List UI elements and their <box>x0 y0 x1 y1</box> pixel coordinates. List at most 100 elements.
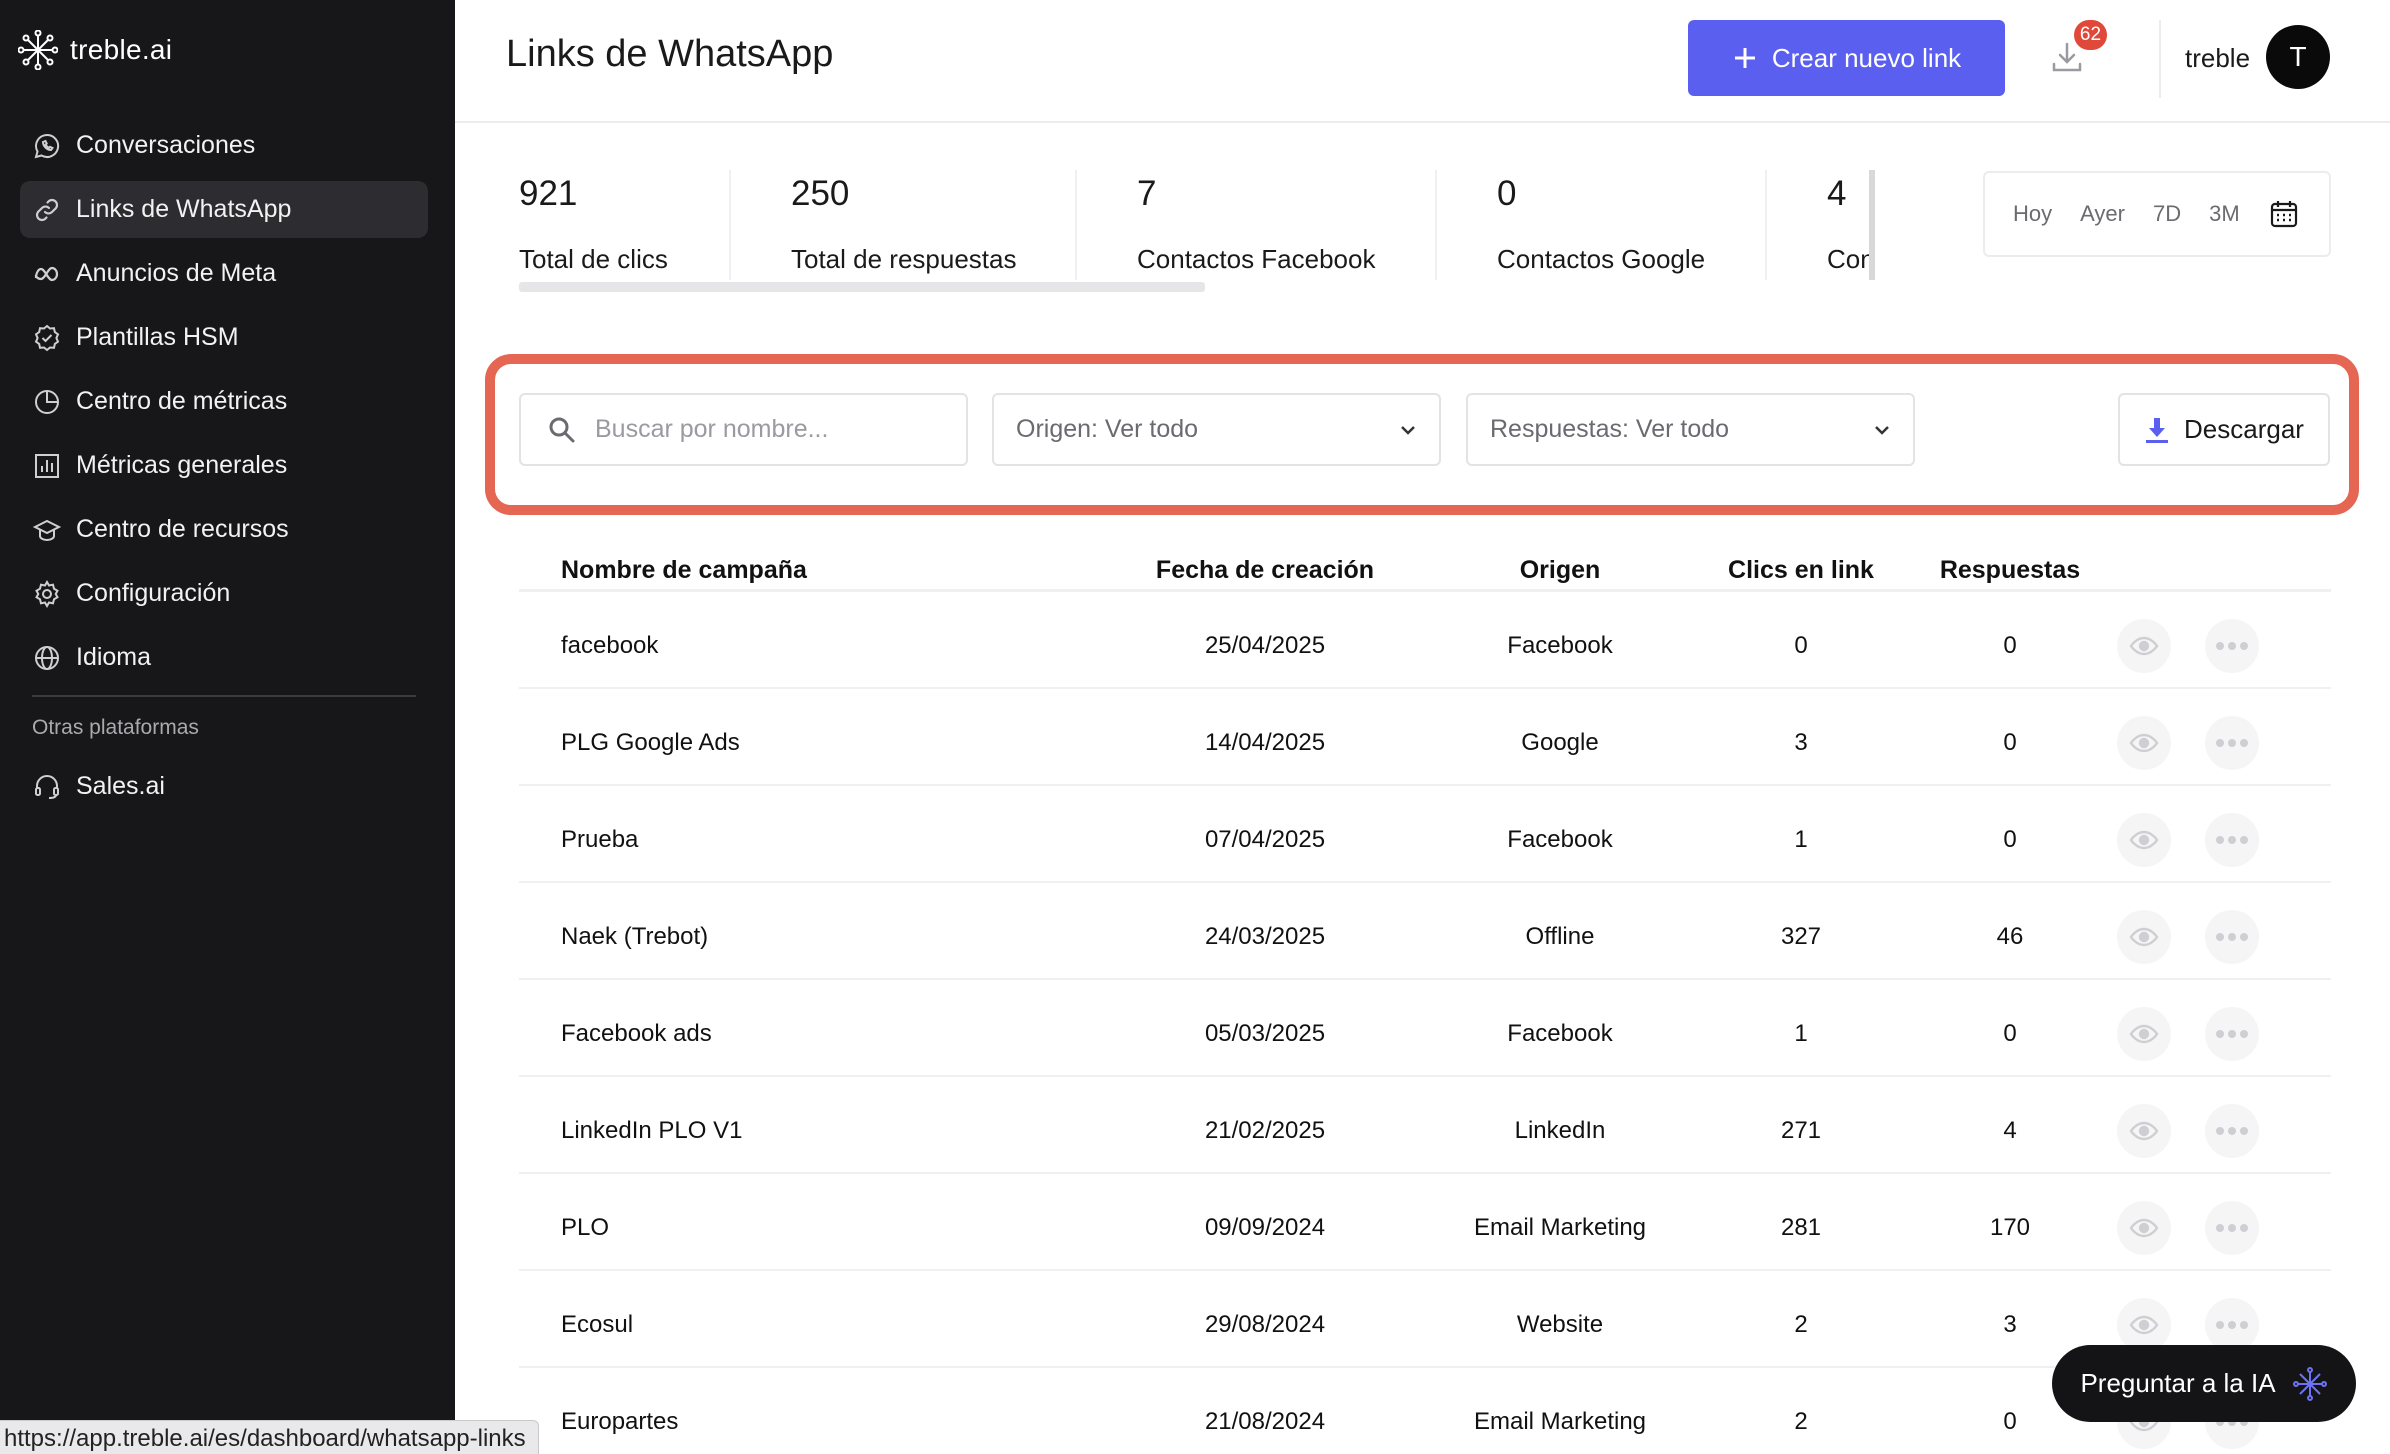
sidebar-item-conversaciones[interactable]: Conversaciones <box>20 117 428 174</box>
stat-label: Con <box>1827 244 1875 274</box>
sidebar-item-centro-recursos[interactable]: Centro de recursos <box>20 501 428 558</box>
more-options-button[interactable] <box>2205 1201 2259 1255</box>
sidebar-item-links-whatsapp[interactable]: Links de WhatsApp <box>20 181 428 238</box>
sidebar-item-anuncios-meta[interactable]: Anuncios de Meta <box>20 245 428 302</box>
cell-clicks: 281 <box>1780 1214 1822 1241</box>
campaigns-table: Nombre de campaña Fecha de creación Orig… <box>519 520 2331 1454</box>
cell-creation-date: 24/03/2025 <box>1204 923 1326 950</box>
sidebar-item-plantillas-hsm[interactable]: Plantillas HSM <box>20 309 428 366</box>
cell-campaign-name: Facebook ads <box>561 1020 712 1047</box>
download-button[interactable]: Descargar <box>2118 393 2330 466</box>
cell-responses: 0 <box>2003 1020 2017 1047</box>
cell-responses: 0 <box>2003 826 2017 853</box>
more-options-button[interactable] <box>2205 1104 2259 1158</box>
view-link-button[interactable] <box>2117 716 2171 770</box>
app-logo[interactable]: treble.ai <box>18 30 172 70</box>
stat-separator <box>1435 170 1437 280</box>
cell-creation-date: 09/09/2024 <box>1204 1214 1326 1241</box>
more-options-button[interactable] <box>2205 910 2259 964</box>
cell-origin: Facebook <box>1507 826 1613 853</box>
stat-value: 7 <box>1137 174 1157 213</box>
more-options-button[interactable] <box>2205 619 2259 673</box>
view-link-button[interactable] <box>2117 1104 2171 1158</box>
view-link-button[interactable] <box>2117 1007 2171 1061</box>
avatar[interactable]: T <box>2266 25 2330 89</box>
view-link-button[interactable] <box>2117 1201 2171 1255</box>
search-icon <box>549 417 575 442</box>
pie-chart-icon <box>35 389 59 414</box>
logo-text: treble.ai <box>70 34 173 65</box>
origin-select[interactable]: Origen: Ver todo <box>992 393 1441 466</box>
cell-origin: LinkedIn <box>1514 1117 1606 1144</box>
bar-chart-icon <box>35 453 59 478</box>
globe-icon <box>35 645 59 670</box>
table-row[interactable]: PLO 09/09/2024 Email Marketing 281 170 <box>519 1174 2331 1271</box>
view-link-button[interactable] <box>2117 1298 2171 1352</box>
column-header-origin[interactable]: Origen <box>1520 556 1601 585</box>
more-horizontal-icon <box>2216 933 2248 941</box>
eye-icon <box>2129 927 2159 947</box>
top-header: Links de WhatsApp Crear nuevo link 62 tr… <box>455 0 2390 123</box>
cell-creation-date: 25/04/2025 <box>1204 632 1326 659</box>
view-link-button[interactable] <box>2117 813 2171 867</box>
cell-creation-date: 29/08/2024 <box>1204 1311 1326 1338</box>
cell-origin: Website <box>1516 1311 1604 1338</box>
sidebar-item-configuracion[interactable]: Configuración <box>20 565 428 622</box>
meta-icon <box>34 266 59 281</box>
more-options-button[interactable] <box>2205 716 2259 770</box>
column-header-responses[interactable]: Respuestas <box>1940 556 2080 585</box>
search-input[interactable] <box>595 415 955 444</box>
eye-icon <box>2129 1121 2159 1141</box>
eye-icon <box>2129 733 2159 753</box>
create-link-button[interactable]: Crear nuevo link <box>1688 20 2005 96</box>
responses-select-value: Respuestas: Ver todo <box>1490 415 1730 443</box>
column-header-date[interactable]: Fecha de creación <box>1156 556 1374 585</box>
status-bar-url: https://app.treble.ai/es/dashboard/whats… <box>0 1420 539 1454</box>
download-icon <box>2146 417 2169 443</box>
table-row[interactable]: Facebook ads 05/03/2025 Facebook 1 0 <box>519 980 2331 1077</box>
table-header: Nombre de campaña Fecha de creación Orig… <box>519 520 2331 592</box>
eye-icon <box>2129 1315 2159 1335</box>
stat-label: Total de clics <box>519 244 668 274</box>
eye-icon <box>2129 636 2159 656</box>
table-row[interactable]: Prueba 07/04/2025 Facebook 1 0 <box>519 786 2331 883</box>
stat-separator <box>1075 170 1077 280</box>
sidebar-item-metricas-generales[interactable]: Métricas generales <box>20 437 428 494</box>
calendar-icon[interactable] <box>2268 198 2300 230</box>
cell-campaign-name: Prueba <box>561 826 639 853</box>
table-row[interactable]: Ecosul 29/08/2024 Website 2 3 <box>519 1271 2331 1368</box>
ask-ai-button[interactable]: Preguntar a la IA <box>2052 1345 2356 1422</box>
table-row[interactable]: PLG Google Ads 14/04/2025 Google 3 0 <box>519 689 2331 786</box>
date-option-7d[interactable]: 7D <box>2153 201 2181 227</box>
sidebar-item-centro-metricas[interactable]: Centro de métricas <box>20 373 428 430</box>
stats-scrollbar[interactable] <box>519 282 1205 292</box>
search-field[interactable] <box>519 393 968 466</box>
view-link-button[interactable] <box>2117 619 2171 673</box>
date-option-3m[interactable]: 3M <box>2209 201 2240 227</box>
cell-clicks: 2 <box>1794 1408 1808 1435</box>
column-header-name[interactable]: Nombre de campaña <box>561 556 807 585</box>
create-link-label: Crear nuevo link <box>1771 42 1962 73</box>
table-row[interactable]: facebook 25/04/2025 Facebook 0 0 <box>519 592 2331 689</box>
whatsapp-icon <box>34 133 60 158</box>
date-option-ayer[interactable]: Ayer <box>2080 201 2125 227</box>
sidebar-item-sales-ai[interactable]: Sales.ai <box>20 758 428 815</box>
responses-select[interactable]: Respuestas: Ver todo <box>1466 393 1915 466</box>
more-options-button[interactable] <box>2205 813 2259 867</box>
cell-clicks: 3 <box>1794 729 1808 756</box>
stat-contactos-facebook: 7 Contactos Facebook <box>1137 170 1375 285</box>
sidebar-item-idioma[interactable]: Idioma <box>20 629 428 686</box>
user-name[interactable]: treble <box>2185 43 2250 74</box>
cell-creation-date: 21/08/2024 <box>1204 1408 1326 1435</box>
cell-campaign-name: facebook <box>561 632 659 659</box>
column-header-clicks[interactable]: Clics en link <box>1728 556 1874 585</box>
more-horizontal-icon <box>2216 1030 2248 1038</box>
more-options-button[interactable] <box>2205 1007 2259 1061</box>
more-options-button[interactable] <box>2205 1298 2259 1352</box>
view-link-button[interactable] <box>2117 910 2171 964</box>
cell-clicks: 1 <box>1794 1020 1808 1047</box>
table-row[interactable]: Naek (Trebot) 24/03/2025 Offline 327 46 <box>519 883 2331 980</box>
table-row[interactable]: LinkedIn PLO V1 21/02/2025 LinkedIn 271 4 <box>519 1077 2331 1174</box>
eye-icon <box>2129 1218 2159 1238</box>
date-option-hoy[interactable]: Hoy <box>2013 201 2052 227</box>
